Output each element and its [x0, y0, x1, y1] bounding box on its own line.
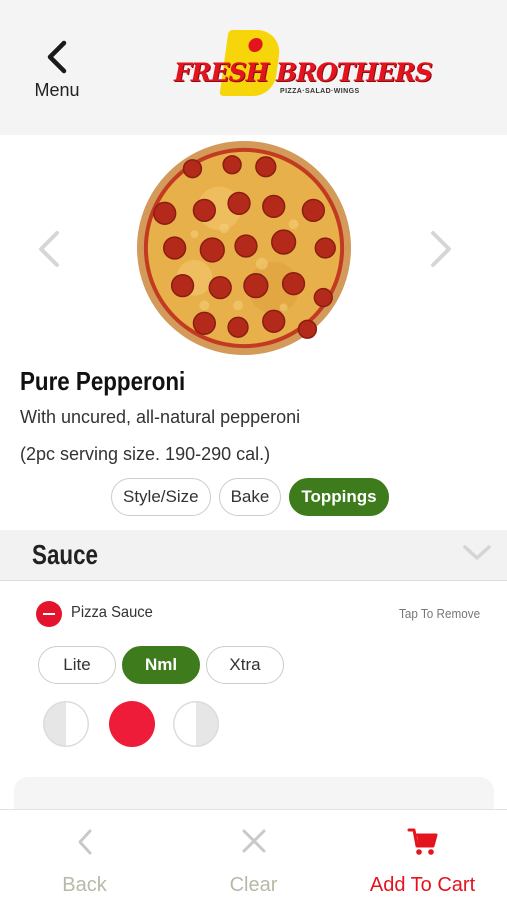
tab-style-size[interactable]: Style/Size [111, 478, 211, 516]
add-to-cart-button[interactable]: Add To Cart [338, 810, 507, 901]
chevron-left-icon [47, 40, 67, 74]
sauce-amount-selector: Lite Nml Xtra [38, 646, 284, 684]
close-icon [242, 829, 265, 853]
clear-label: Clear [229, 874, 278, 896]
chevron-down-icon [463, 545, 491, 560]
product-description: With uncured, all-natural pepperoni [20, 407, 301, 427]
remove-sauce-button[interactable] [36, 601, 62, 627]
fresh-brothers-logo: FRESH BROTHERS PIZZA·SALAD·WINGS [172, 30, 433, 102]
shopping-cart-icon [407, 828, 437, 855]
add-to-cart-label: Add To Cart [369, 874, 476, 896]
chevron-right-icon [431, 231, 451, 267]
back-button[interactable]: Back [0, 810, 169, 901]
menu-back-button[interactable]: Menu [22, 40, 92, 110]
previous-item-button[interactable] [36, 230, 62, 273]
logo-wordmark: FRESH BROTHERS [174, 58, 433, 87]
serving-info: (2pc serving size. 190-290 cal.) [20, 444, 271, 464]
chevron-left-icon [39, 231, 59, 267]
chevron-left-icon [78, 829, 91, 855]
menu-label: Menu [34, 80, 80, 100]
right-half-portion-button[interactable] [173, 701, 219, 747]
tab-bake[interactable]: Bake [218, 478, 282, 516]
tab-toppings[interactable]: Toppings [289, 478, 389, 516]
left-half-portion-button[interactable] [43, 701, 89, 747]
amount-lite[interactable]: Lite [38, 646, 116, 684]
amount-normal[interactable]: Nml [122, 646, 200, 684]
product-carousel [0, 135, 507, 365]
back-label: Back [62, 874, 107, 896]
tap-to-remove-hint: Tap To Remove [398, 606, 480, 621]
clear-button[interactable]: Clear [169, 810, 338, 901]
pepperoni-pizza-image [136, 140, 352, 356]
product-title: Pure Pepperoni [20, 366, 186, 396]
next-item-button[interactable] [428, 230, 454, 273]
amount-extra[interactable]: Xtra [206, 646, 284, 684]
whole-pizza-portion-button[interactable] [109, 701, 155, 747]
sauce-item-row: Pizza Sauce Tap To Remove [36, 599, 486, 629]
logo-tagline: PIZZA·SALAD·WINGS [280, 88, 360, 95]
sauce-section-header[interactable]: Sauce [0, 530, 507, 581]
section-title: Sauce [32, 539, 98, 570]
sauce-item-name: Pizza Sauce [71, 604, 153, 621]
customize-tabs: Style/Size Bake Toppings [111, 478, 389, 516]
app-header: Menu FRESH BROTHERS PIZZA·SALAD·WINGS [0, 0, 507, 135]
bottom-action-bar: Back Clear Add To Cart [0, 809, 507, 901]
